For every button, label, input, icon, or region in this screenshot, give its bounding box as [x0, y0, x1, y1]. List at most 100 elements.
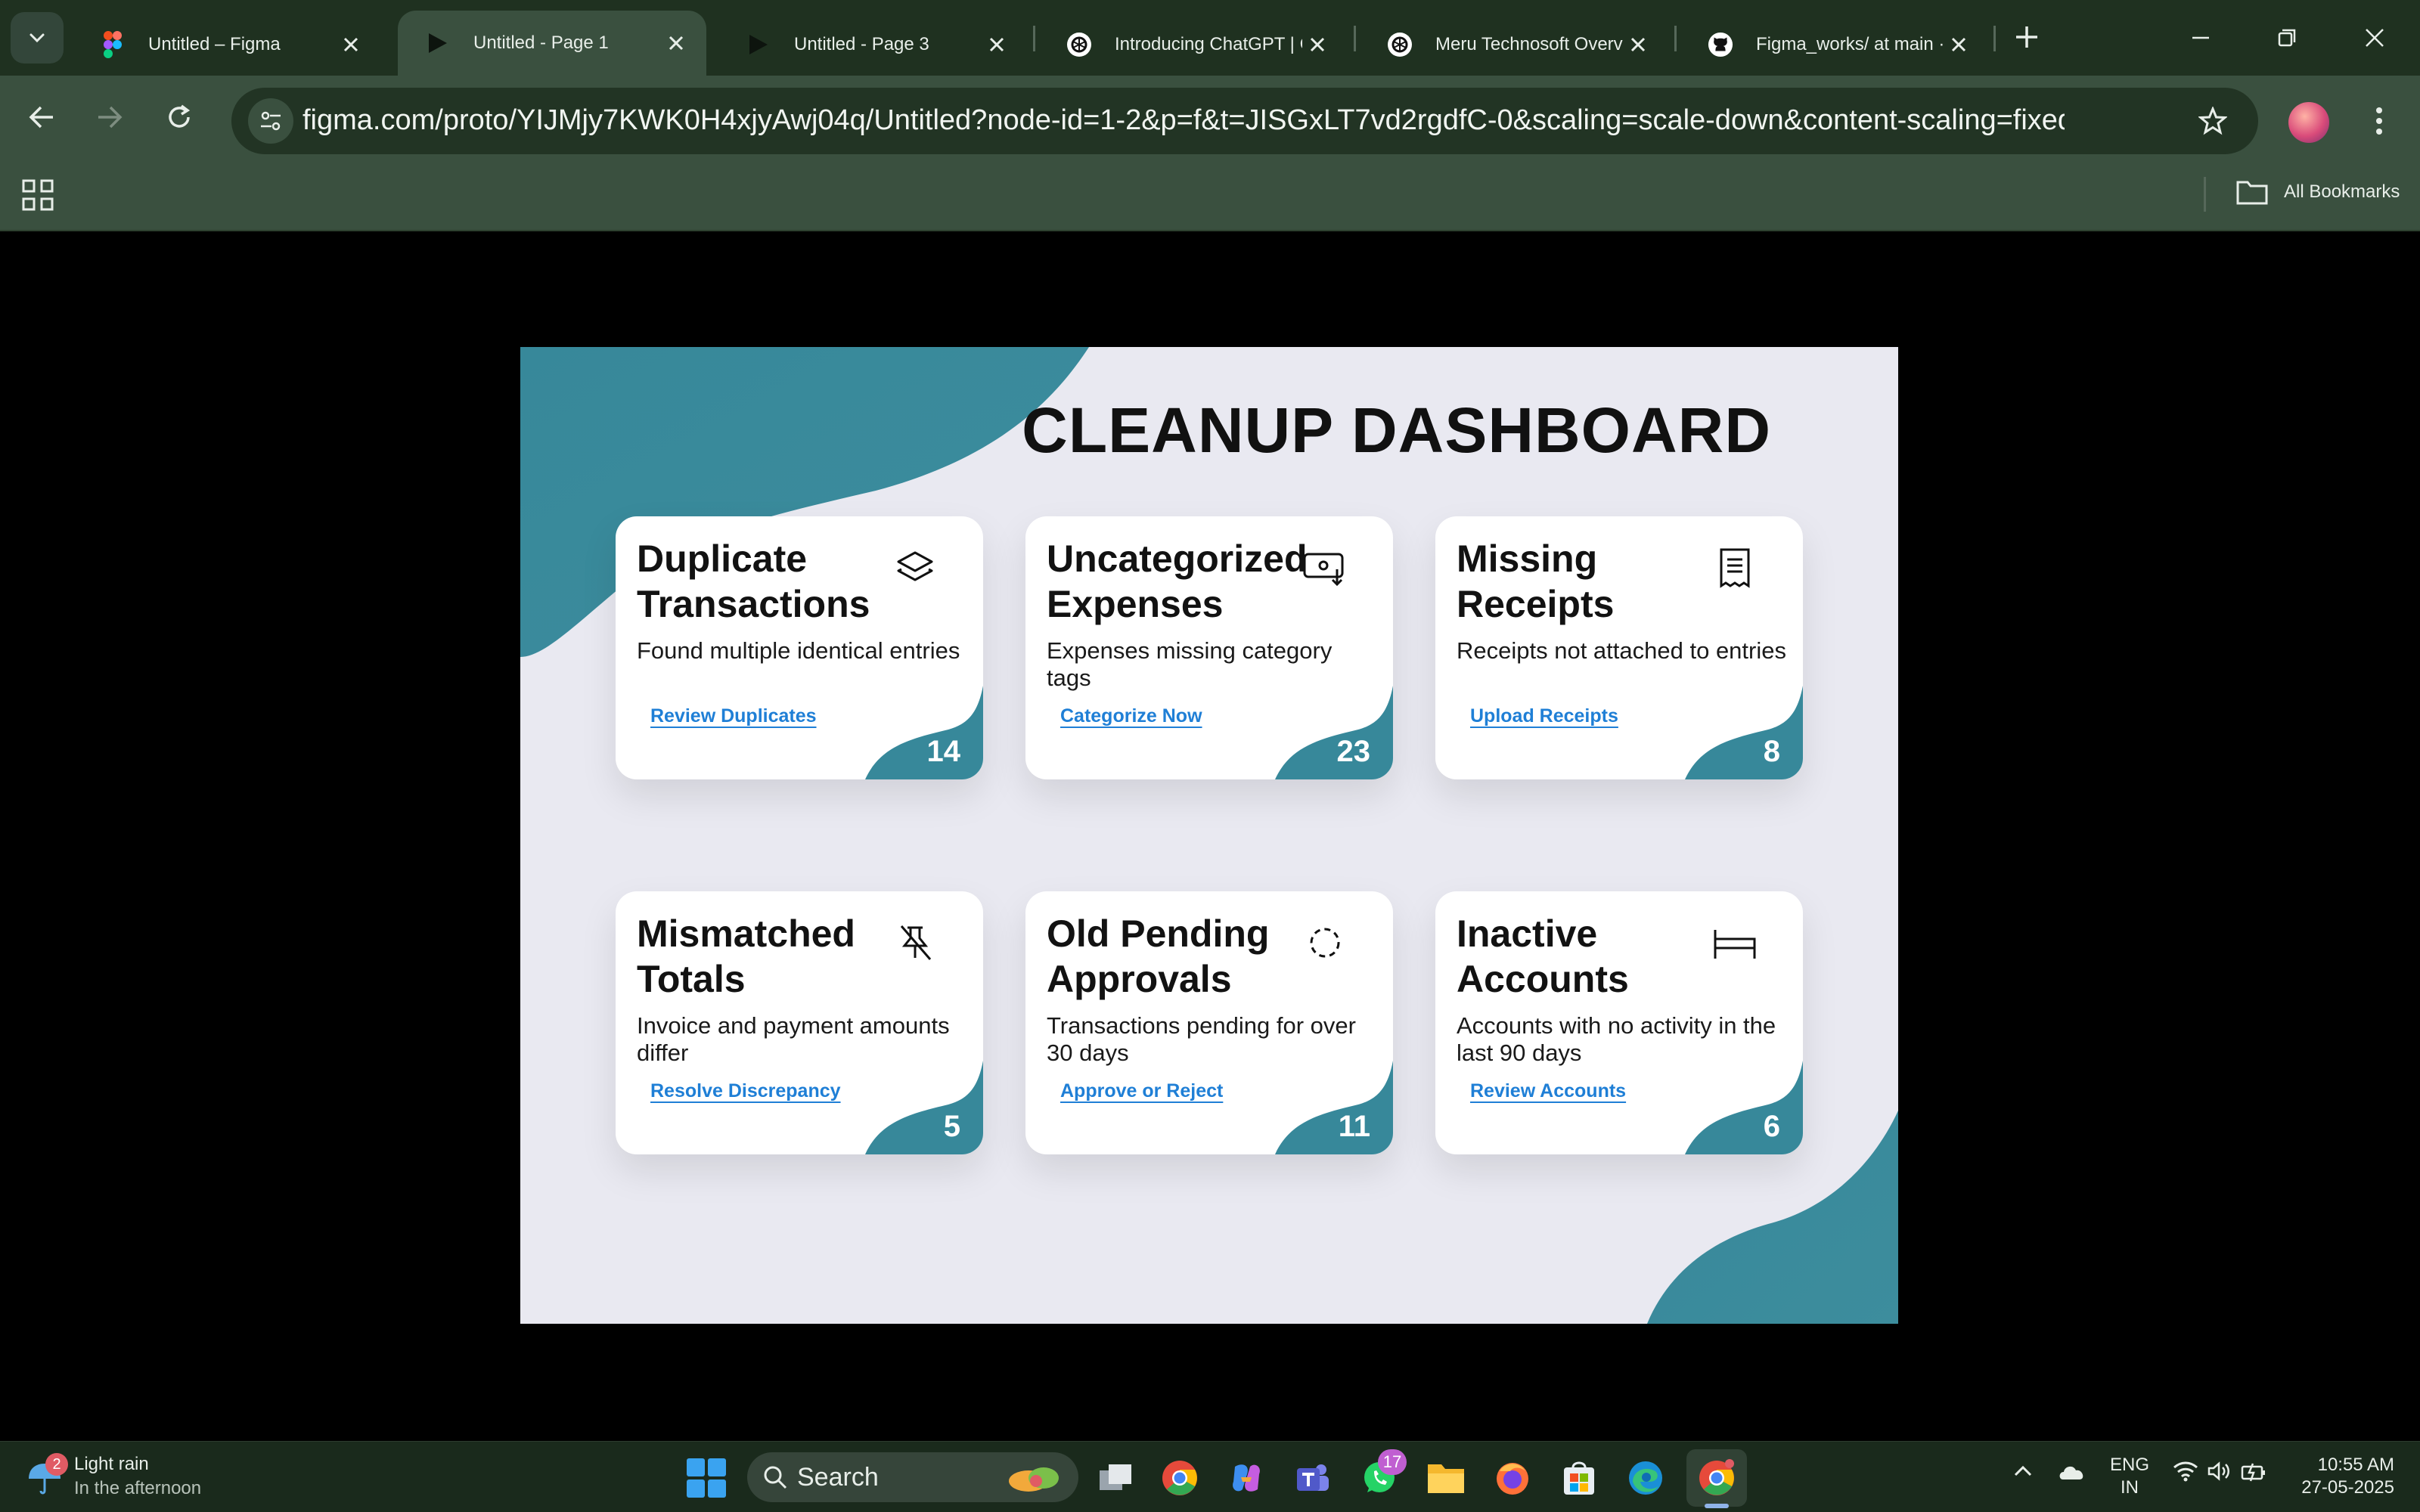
apps-grid-icon[interactable] — [21, 178, 54, 212]
close-tab-icon[interactable] — [661, 28, 691, 58]
pin-off-icon — [891, 919, 939, 967]
restore-icon — [2278, 29, 2296, 47]
card-inactive-accounts[interactable]: Inactive Accounts Accounts with no activ… — [1435, 891, 1803, 1154]
tab-page-1[interactable]: Untitled - Page 1 — [398, 11, 706, 76]
star-icon — [2198, 107, 2227, 135]
card-missing-receipts[interactable]: Missing Receipts Receipts not attached t… — [1435, 516, 1803, 779]
reload-button[interactable] — [157, 95, 201, 139]
chrome-icon — [1162, 1461, 1197, 1495]
card-title: Mismatched Totals — [637, 912, 855, 1000]
url-text[interactable]: figma.com/proto/YIJMjy7KWK0H4xjyAwj04q/U… — [302, 104, 2065, 137]
issue-count: 5 — [943, 1110, 960, 1143]
tab-meru[interactable]: Meru Technosoft Overvie — [1360, 14, 1668, 76]
chrome-active-button[interactable] — [1696, 1457, 1738, 1499]
close-window-button[interactable] — [2352, 15, 2397, 60]
battery-status[interactable] — [2240, 1460, 2267, 1488]
store-icon — [1564, 1461, 1594, 1495]
card-description: Receipts not attached to entries — [1457, 637, 1786, 664]
whatsapp-badge: 17 — [1378, 1449, 1407, 1475]
firefox-icon — [1497, 1463, 1528, 1495]
cloud-icon — [2059, 1466, 2083, 1479]
search-highlight-icon — [1009, 1467, 1059, 1492]
tab-page-3[interactable]: Untitled - Page 3 — [718, 14, 1027, 76]
speaker-icon — [2207, 1461, 2229, 1481]
card-title: Old Pending Approvals — [1047, 912, 1270, 1000]
taskbar-search[interactable]: Search — [747, 1452, 1078, 1502]
windows-taskbar: 2 Light rain In the afternoon Search 17 — [0, 1441, 2420, 1512]
address-bar[interactable]: figma.com/proto/YIJMjy7KWK0H4xjyAwj04q/U… — [231, 88, 2258, 154]
system-clock[interactable]: 10:55 AM 27-05-2025 — [2296, 1454, 2394, 1499]
tab-figma[interactable]: Untitled – Figma — [73, 14, 381, 76]
card-duplicate-transactions[interactable]: Duplicate Transactions Found multiple id… — [616, 516, 983, 779]
tab-search-button[interactable] — [11, 12, 64, 64]
firefox-button[interactable] — [1491, 1457, 1534, 1499]
back-button[interactable] — [20, 95, 64, 139]
language-indicator[interactable]: ENG IN — [2110, 1454, 2149, 1499]
weather-badge: 2 — [45, 1453, 68, 1476]
close-tab-icon[interactable] — [1623, 29, 1653, 60]
upload-receipts-link[interactable]: Upload Receipts — [1470, 705, 1618, 727]
close-tab-icon[interactable] — [982, 29, 1012, 60]
chrome-taskbar-button[interactable] — [1159, 1457, 1201, 1499]
file-explorer-button[interactable] — [1425, 1457, 1467, 1499]
show-hidden-icons-button[interactable] — [2012, 1460, 2034, 1488]
site-info-button[interactable] — [248, 98, 293, 144]
issue-count: 8 — [1763, 735, 1780, 768]
approve-or-reject-link[interactable]: Approve or Reject — [1060, 1080, 1223, 1102]
card-description: Accounts with no activity in the last 90… — [1457, 1012, 1776, 1066]
all-bookmarks-label: All Bookmarks — [2284, 181, 2400, 202]
umbrella-icon: 2 — [24, 1453, 68, 1497]
issue-count: 23 — [1336, 735, 1371, 768]
close-tab-icon[interactable] — [1944, 29, 1974, 60]
bed-icon — [1711, 919, 1759, 967]
tab-chatgpt[interactable]: Introducing ChatGPT | C — [1039, 14, 1348, 76]
categorize-now-link[interactable]: Categorize Now — [1060, 705, 1202, 727]
bookmark-star-button[interactable] — [2190, 98, 2235, 144]
store-button[interactable] — [1558, 1457, 1600, 1499]
close-tab-icon[interactable] — [1302, 29, 1333, 60]
money-download-icon — [1301, 544, 1349, 592]
tab-label: Untitled - Page 3 — [794, 34, 929, 54]
layers-icon — [891, 544, 939, 592]
browser-menu-button[interactable] — [2356, 98, 2402, 144]
wifi-status[interactable] — [2172, 1460, 2199, 1488]
weather-title: Light rain — [74, 1454, 149, 1474]
teams-button[interactable] — [1292, 1457, 1334, 1499]
tab-github[interactable]: Figma_works/ at main · — [1680, 14, 1989, 76]
copilot-button[interactable] — [1225, 1457, 1267, 1499]
profile-avatar[interactable] — [2288, 102, 2329, 143]
volume-status[interactable] — [2207, 1460, 2232, 1488]
forward-button[interactable] — [88, 95, 132, 139]
card-old-pending-approvals[interactable]: Old Pending Approvals Transactions pendi… — [1025, 891, 1393, 1154]
restore-button[interactable] — [2264, 15, 2310, 60]
review-accounts-link[interactable]: Review Accounts — [1470, 1080, 1626, 1102]
count-badge-shape — [1275, 1061, 1393, 1154]
card-uncategorized-expenses[interactable]: Uncategorized Expenses Expenses missing … — [1025, 516, 1393, 779]
chrome-icon — [1699, 1459, 1734, 1495]
issue-count: 14 — [926, 735, 961, 768]
edge-button[interactable] — [1624, 1457, 1667, 1499]
weather-subtitle: In the afternoon — [74, 1478, 202, 1498]
close-tab-icon[interactable] — [336, 29, 366, 60]
all-bookmarks-button[interactable]: All Bookmarks — [2235, 178, 2400, 206]
tune-icon — [261, 111, 281, 131]
chevron-up-icon — [2014, 1465, 2032, 1476]
search-icon — [764, 1466, 787, 1489]
new-tab-button[interactable] — [2008, 18, 2046, 56]
task-view-button[interactable] — [1095, 1457, 1137, 1499]
card-mismatched-totals[interactable]: Mismatched Totals Invoice and payment am… — [616, 891, 983, 1154]
onedrive-button[interactable] — [2057, 1460, 2087, 1488]
start-button[interactable] — [687, 1458, 726, 1498]
receipt-icon — [1711, 544, 1759, 592]
search-label: Search — [797, 1462, 879, 1492]
play-icon — [425, 30, 451, 56]
card-title: Uncategorized Expenses — [1047, 538, 1308, 625]
bookmarks-bar: All Bookmarks — [0, 156, 2420, 231]
resolve-discrepancy-link[interactable]: Resolve Discrepancy — [650, 1080, 841, 1102]
tab-separator — [1674, 26, 1677, 51]
tab-separator — [1033, 26, 1035, 51]
review-duplicates-link[interactable]: Review Duplicates — [650, 705, 817, 727]
weather-widget[interactable]: 2 Light rain In the afternoon — [24, 1452, 201, 1501]
whatsapp-button[interactable]: 17 — [1358, 1449, 1407, 1499]
minimize-button[interactable] — [2178, 15, 2223, 60]
